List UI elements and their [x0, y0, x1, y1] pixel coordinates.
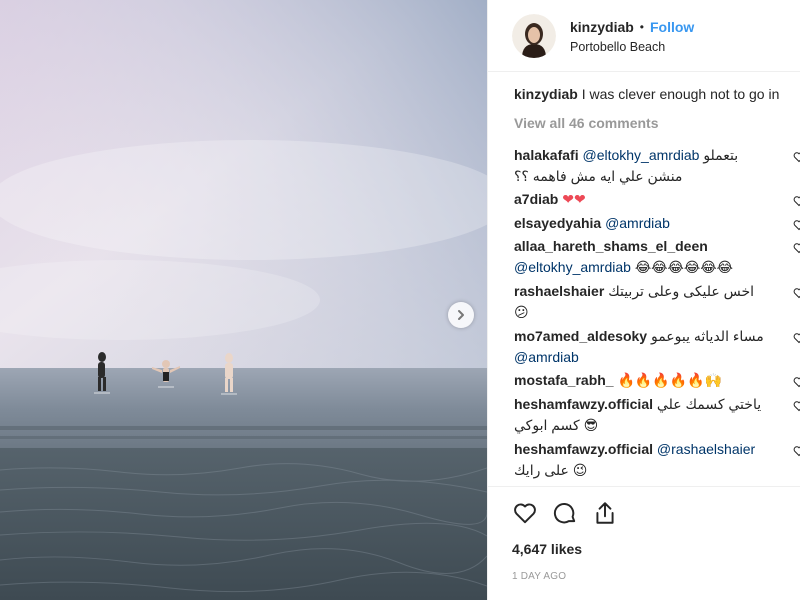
comment-text: كسم ابوكي — [514, 417, 580, 433]
location-link[interactable]: Portobello Beach — [570, 40, 694, 54]
comment-username[interactable]: a7diab — [514, 191, 558, 207]
comment-username[interactable]: rashaelshaier — [514, 283, 604, 299]
comments-list[interactable]: kinzydiab I was clever enough not to go … — [488, 72, 800, 486]
comment-item: heshamfawzy.official ياختي كسمك علي كسم … — [514, 394, 800, 437]
comment-item: halakafafi @eltokhy_amrdiab بتعملو منشن … — [514, 145, 800, 187]
separator-dot: • — [639, 19, 644, 34]
like-button[interactable] — [512, 500, 538, 526]
caption-text: I was clever enough not to go in — [581, 86, 780, 102]
post-panel: kinzydiab • Follow Portobello Beach kinz… — [487, 0, 800, 600]
comment-text: بتعملو — [703, 147, 739, 163]
comment-username[interactable]: heshamfawzy.official — [514, 441, 653, 457]
heart-icon[interactable] — [793, 332, 800, 344]
comment-item: allaa_hareth_shams_el_deen @eltokhy_amrd… — [514, 236, 800, 279]
heart-icon[interactable] — [793, 400, 800, 412]
comment-mention[interactable]: @eltokhy_amrdiab — [582, 147, 699, 163]
follow-button[interactable]: Follow — [650, 19, 694, 35]
comment-item: elsayedyahia @amrdiab — [514, 213, 800, 234]
avatar[interactable] — [512, 13, 556, 58]
beach-image — [0, 0, 487, 600]
comment-emoji: 😕 — [514, 305, 529, 321]
comment-text: مساء الدياثه يبوعمو — [650, 328, 764, 344]
post-username[interactable]: kinzydiab — [570, 19, 634, 35]
comment-username[interactable]: elsayedyahia — [514, 215, 601, 231]
heart-icon[interactable] — [793, 287, 800, 299]
view-all-comments-link[interactable]: View all 46 comments — [514, 115, 800, 135]
comment-mention[interactable]: @amrdiab — [514, 349, 579, 365]
heart-icon[interactable] — [793, 195, 800, 207]
comment-username[interactable]: mostafa_rabh_ — [514, 372, 614, 388]
post-actions: 4,647 likes 1 DAY AGO — [488, 486, 800, 600]
comment-emoji: 😎 — [583, 418, 599, 434]
comment-mention[interactable]: @eltokhy_amrdiab — [514, 259, 631, 275]
heart-icon[interactable] — [793, 376, 800, 388]
heart-icon[interactable] — [793, 219, 800, 231]
caption: kinzydiab I was clever enough not to go … — [514, 86, 800, 106]
comment-emoji: 😂😂😂😂😂😂 — [634, 260, 733, 276]
comment-emoji: 😉 — [572, 463, 588, 479]
post-photo[interactable] — [0, 0, 487, 600]
comment-username[interactable]: allaa_hareth_shams_el_deen — [514, 238, 708, 254]
likes-count[interactable]: 4,647 likes — [512, 541, 800, 557]
share-icon — [596, 502, 614, 524]
post-timestamp[interactable]: 1 DAY AGO — [512, 571, 800, 582]
caption-username[interactable]: kinzydiab — [514, 86, 578, 102]
comment-emoji: ❤❤ — [562, 192, 586, 208]
comment-username[interactable]: mo7amed_aldesoky — [514, 328, 647, 344]
comment-item: heshamfawzy.official @rashaelshaier على … — [514, 439, 800, 482]
heart-icon[interactable] — [793, 242, 800, 254]
comment-icon — [553, 503, 576, 524]
comment-item: rashaelshaier اخس عليكى وعلى تربيتك 😕 — [514, 281, 800, 324]
comment-text: على رايك — [514, 462, 569, 478]
next-photo-button[interactable] — [448, 302, 474, 328]
comment-item: mostafa_rabh_ 🔥🔥🔥🔥🔥🙌 — [514, 370, 800, 392]
comment-mention[interactable]: @rashaelshaier — [657, 441, 755, 457]
share-button[interactable] — [592, 500, 618, 526]
comment-text: ياختي كسمك علي — [656, 396, 762, 412]
comment-item: a7diab ❤❤ — [514, 189, 800, 211]
post-header: kinzydiab • Follow Portobello Beach — [488, 0, 800, 72]
comment-text: منشن علي ايه مش فاهمه ؟؟ — [514, 168, 683, 184]
heart-icon — [514, 503, 536, 524]
comment-item: mo7amed_aldesoky مساء الدياثه يبوعمو @am… — [514, 326, 800, 368]
comment-mention[interactable]: @amrdiab — [605, 215, 670, 231]
comment-button[interactable] — [552, 500, 578, 526]
comment-text: اخس عليكى وعلى تربيتك — [608, 283, 755, 299]
heart-icon[interactable] — [793, 445, 800, 457]
chevron-right-icon — [458, 310, 464, 320]
heart-icon[interactable] — [793, 151, 800, 163]
comment-emoji: 🔥🔥🔥🔥🔥🙌 — [617, 373, 723, 389]
comment-username[interactable]: halakafafi — [514, 147, 579, 163]
comment-username[interactable]: heshamfawzy.official — [514, 396, 653, 412]
